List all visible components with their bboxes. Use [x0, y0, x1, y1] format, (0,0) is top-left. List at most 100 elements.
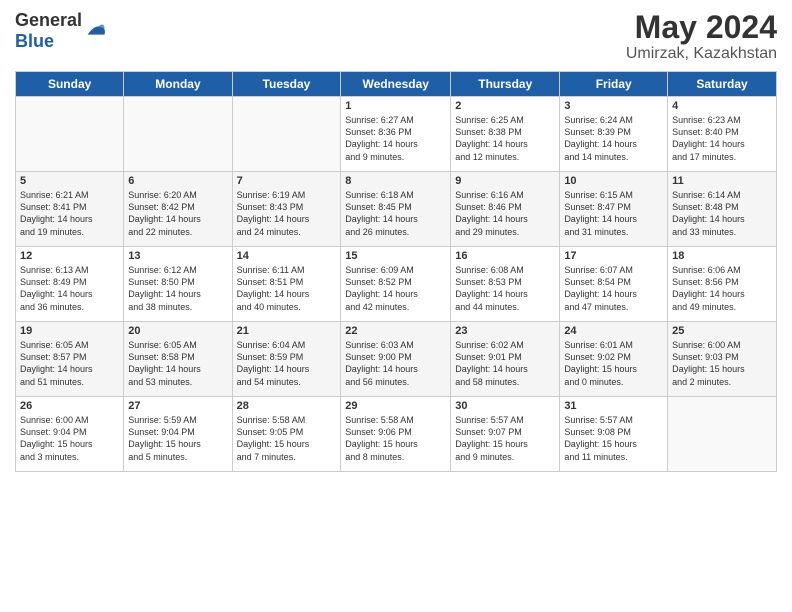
cell-week3-day1: 20 Sunrise: 6:05 AM Sunset: 8:58 PM Dayli…	[124, 322, 232, 397]
day-number-29: 29	[345, 400, 446, 412]
cell-week4-day3: 29 Sunrise: 5:58 AM Sunset: 9:06 PM Dayli…	[341, 397, 451, 472]
cell-text-10: Sunrise: 6:15 AM Sunset: 8:47 PM Dayligh…	[564, 189, 663, 238]
cell-week4-day4: 30 Sunrise: 5:57 AM Sunset: 9:07 PM Dayli…	[451, 397, 560, 472]
header-sunday: Sunday	[16, 72, 124, 97]
cell-week0-day3: 1 Sunrise: 6:27 AM Sunset: 8:36 PM Daylig…	[341, 97, 451, 172]
page-header: General Blue May 2024 Umirzak, Kazakhsta…	[15, 10, 777, 63]
cell-text-19: Sunrise: 6:05 AM Sunset: 8:57 PM Dayligh…	[20, 339, 119, 388]
cell-week3-day6: 25 Sunrise: 6:00 AM Sunset: 9:03 PM Dayli…	[668, 322, 777, 397]
cell-week0-day0	[16, 97, 124, 172]
cell-text-28: Sunrise: 5:58 AM Sunset: 9:05 PM Dayligh…	[237, 414, 337, 463]
cell-week1-day6: 11Sunrise: 6:14 AM Sunset: 8:48 PM Dayli…	[668, 172, 777, 247]
cell-text-15: Sunrise: 6:09 AM Sunset: 8:52 PM Dayligh…	[345, 264, 446, 313]
day-number-13: 13	[128, 250, 227, 262]
cell-text-6: Sunrise: 6:20 AM Sunset: 8:42 PM Dayligh…	[128, 189, 227, 238]
cell-text-27: Sunrise: 5:59 AM Sunset: 9:04 PM Dayligh…	[128, 414, 227, 463]
logo-icon	[84, 20, 106, 42]
day-number-22: 22	[345, 325, 446, 337]
day-number-4: 4	[672, 100, 772, 112]
day-number-12: 12	[20, 250, 119, 262]
day-number-14: 14	[237, 250, 337, 262]
day-number-9: 9	[455, 175, 555, 187]
week-row-4: 26Sunrise: 6:00 AM Sunset: 9:04 PM Dayli…	[16, 397, 777, 472]
cell-text-24: Sunrise: 6:01 AM Sunset: 9:02 PM Dayligh…	[564, 339, 663, 388]
day-headers-row: Sunday Monday Tuesday Wednesday Thursday…	[16, 72, 777, 97]
cell-text-2: Sunrise: 6:25 AM Sunset: 8:38 PM Dayligh…	[455, 114, 555, 163]
day-number-27: 27	[128, 400, 227, 412]
day-number-24: 24	[564, 325, 663, 337]
cell-week3-day0: 19 Sunrise: 6:05 AM Sunset: 8:57 PM Dayli…	[16, 322, 124, 397]
cell-week4-day6	[668, 397, 777, 472]
cell-text-9: Sunrise: 6:16 AM Sunset: 8:46 PM Dayligh…	[455, 189, 555, 238]
week-row-2: 12 Sunrise: 6:13 AM Sunset: 8:49 PM Dayli…	[16, 247, 777, 322]
cell-week2-day5: 17 Sunrise: 6:07 AM Sunset: 8:54 PM Dayli…	[560, 247, 668, 322]
cell-text-25: Sunrise: 6:00 AM Sunset: 9:03 PM Dayligh…	[672, 339, 772, 388]
cell-week1-day3: 8 Sunrise: 6:18 AM Sunset: 8:45 PM Daylig…	[341, 172, 451, 247]
cell-week1-day2: 7 Sunrise: 6:19 AM Sunset: 8:43 PM Daylig…	[232, 172, 341, 247]
day-number-20: 20	[128, 325, 227, 337]
cell-text-29: Sunrise: 5:58 AM Sunset: 9:06 PM Dayligh…	[345, 414, 446, 463]
day-number-7: 7	[237, 175, 337, 187]
header-thursday: Thursday	[451, 72, 560, 97]
day-number-15: 15	[345, 250, 446, 262]
cell-text-17: Sunrise: 6:07 AM Sunset: 8:54 PM Dayligh…	[564, 264, 663, 313]
cell-text-5: Sunrise: 6:21 AM Sunset: 8:41 PM Dayligh…	[20, 189, 119, 238]
cell-week1-day4: 9 Sunrise: 6:16 AM Sunset: 8:46 PM Daylig…	[451, 172, 560, 247]
cell-week3-day3: 22Sunrise: 6:03 AM Sunset: 9:00 PM Dayli…	[341, 322, 451, 397]
week-row-1: 5 Sunrise: 6:21 AM Sunset: 8:41 PM Daylig…	[16, 172, 777, 247]
month-year-title: May 2024	[626, 10, 777, 45]
cell-week2-day4: 16Sunrise: 6:08 AM Sunset: 8:53 PM Dayli…	[451, 247, 560, 322]
cell-text-12: Sunrise: 6:13 AM Sunset: 8:49 PM Dayligh…	[20, 264, 119, 313]
cell-text-20: Sunrise: 6:05 AM Sunset: 8:58 PM Dayligh…	[128, 339, 227, 388]
title-block: May 2024 Umirzak, Kazakhstan	[626, 10, 777, 63]
day-number-8: 8	[345, 175, 446, 187]
location-subtitle: Umirzak, Kazakhstan	[626, 45, 777, 63]
day-number-5: 5	[20, 175, 119, 187]
calendar-body: 1 Sunrise: 6:27 AM Sunset: 8:36 PM Daylig…	[16, 97, 777, 472]
cell-week3-day2: 21Sunrise: 6:04 AM Sunset: 8:59 PM Dayli…	[232, 322, 341, 397]
day-number-25: 25	[672, 325, 772, 337]
cell-week4-day2: 28Sunrise: 5:58 AM Sunset: 9:05 PM Dayli…	[232, 397, 341, 472]
cell-week3-day4: 23 Sunrise: 6:02 AM Sunset: 9:01 PM Dayli…	[451, 322, 560, 397]
cell-text-23: Sunrise: 6:02 AM Sunset: 9:01 PM Dayligh…	[455, 339, 555, 388]
header-wednesday: Wednesday	[341, 72, 451, 97]
day-number-21: 21	[237, 325, 337, 337]
cell-week2-day2: 14 Sunrise: 6:11 AM Sunset: 8:51 PM Dayli…	[232, 247, 341, 322]
cell-week0-day2	[232, 97, 341, 172]
logo-general: General	[15, 10, 82, 30]
cell-week0-day4: 2 Sunrise: 6:25 AM Sunset: 8:38 PM Daylig…	[451, 97, 560, 172]
logo-blue: Blue	[15, 31, 54, 51]
day-number-23: 23	[455, 325, 555, 337]
cell-week2-day3: 15 Sunrise: 6:09 AM Sunset: 8:52 PM Dayli…	[341, 247, 451, 322]
calendar-table: Sunday Monday Tuesday Wednesday Thursday…	[15, 71, 777, 472]
cell-text-13: Sunrise: 6:12 AM Sunset: 8:50 PM Dayligh…	[128, 264, 227, 313]
cell-week0-day6: 4Sunrise: 6:23 AM Sunset: 8:40 PM Daylig…	[668, 97, 777, 172]
day-number-16: 16	[455, 250, 555, 262]
cell-week4-day1: 27 Sunrise: 5:59 AM Sunset: 9:04 PM Dayli…	[124, 397, 232, 472]
day-number-3: 3	[564, 100, 663, 112]
day-number-30: 30	[455, 400, 555, 412]
day-number-17: 17	[564, 250, 663, 262]
week-row-0: 1 Sunrise: 6:27 AM Sunset: 8:36 PM Daylig…	[16, 97, 777, 172]
cell-week3-day5: 24 Sunrise: 6:01 AM Sunset: 9:02 PM Dayli…	[560, 322, 668, 397]
logo-text: General Blue	[15, 10, 82, 52]
cell-text-8: Sunrise: 6:18 AM Sunset: 8:45 PM Dayligh…	[345, 189, 446, 238]
cell-text-31: Sunrise: 5:57 AM Sunset: 9:08 PM Dayligh…	[564, 414, 663, 463]
cell-week2-day0: 12 Sunrise: 6:13 AM Sunset: 8:49 PM Dayli…	[16, 247, 124, 322]
day-number-19: 19	[20, 325, 119, 337]
cell-text-11: Sunrise: 6:14 AM Sunset: 8:48 PM Dayligh…	[672, 189, 772, 238]
cell-text-14: Sunrise: 6:11 AM Sunset: 8:51 PM Dayligh…	[237, 264, 337, 313]
cell-text-7: Sunrise: 6:19 AM Sunset: 8:43 PM Dayligh…	[237, 189, 337, 238]
day-number-1: 1	[345, 100, 446, 112]
calendar-header: Sunday Monday Tuesday Wednesday Thursday…	[16, 72, 777, 97]
day-number-2: 2	[455, 100, 555, 112]
week-row-3: 19 Sunrise: 6:05 AM Sunset: 8:57 PM Dayli…	[16, 322, 777, 397]
cell-text-1: Sunrise: 6:27 AM Sunset: 8:36 PM Dayligh…	[345, 114, 446, 163]
cell-text-3: Sunrise: 6:24 AM Sunset: 8:39 PM Dayligh…	[564, 114, 663, 163]
day-number-18: 18	[672, 250, 772, 262]
cell-text-30: Sunrise: 5:57 AM Sunset: 9:07 PM Dayligh…	[455, 414, 555, 463]
header-monday: Monday	[124, 72, 232, 97]
cell-week1-day0: 5 Sunrise: 6:21 AM Sunset: 8:41 PM Daylig…	[16, 172, 124, 247]
header-saturday: Saturday	[668, 72, 777, 97]
cell-week1-day5: 10Sunrise: 6:15 AM Sunset: 8:47 PM Dayli…	[560, 172, 668, 247]
